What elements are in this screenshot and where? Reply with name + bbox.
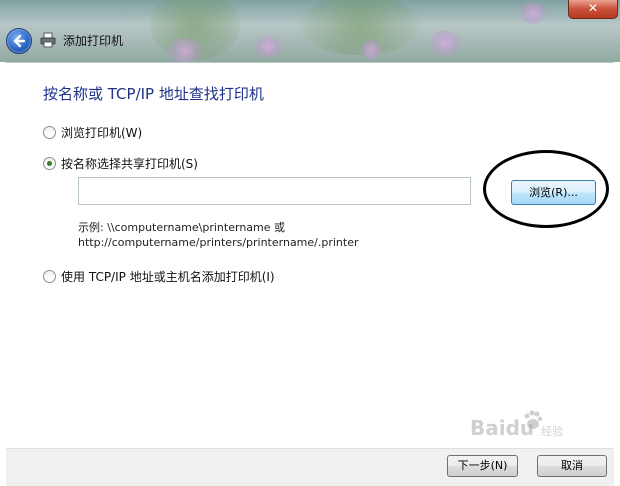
glass-background-flower: [430, 30, 460, 56]
close-icon: ✕: [587, 1, 599, 15]
back-button[interactable]: [6, 28, 32, 54]
glass-background-flower: [168, 38, 202, 62]
option-select-shared-printer[interactable]: 按名称选择共享打印机(S): [43, 155, 198, 172]
printer-icon: [40, 32, 56, 48]
radio-select-shared-printer[interactable]: [43, 157, 56, 170]
option-label: 按名称选择共享打印机(S): [61, 157, 198, 171]
radio-browse-printer[interactable]: [43, 126, 56, 139]
cancel-button[interactable]: 取消: [537, 455, 607, 477]
glass-background-flower: [255, 36, 281, 58]
option-label: 浏览打印机(W): [61, 126, 143, 140]
wizard-content: 按名称或 TCP/IP 地址查找打印机 浏览打印机(W) 按名称选择共享打印机(…: [6, 62, 614, 449]
example-line-1: 示例: \\computername\printername 或: [78, 221, 286, 234]
glass-background-flower: [360, 40, 382, 60]
button-bar: 下一步(N) 取消: [6, 448, 614, 486]
next-button[interactable]: 下一步(N): [447, 455, 518, 477]
printer-path-input[interactable]: [78, 177, 471, 205]
radio-tcpip-hostname[interactable]: [43, 270, 56, 283]
page-heading: 按名称或 TCP/IP 地址查找打印机: [43, 85, 264, 103]
browse-button[interactable]: 浏览(R)...: [511, 180, 596, 205]
example-line-2: http://computername/printers/printername…: [78, 236, 359, 249]
baidu-paw-logo: [524, 410, 543, 429]
title-bar: ✕ 添加打印机: [0, 0, 620, 62]
window-title: 添加打印机: [63, 34, 124, 48]
option-tcpip-hostname[interactable]: 使用 TCP/IP 地址或主机名添加打印机(I): [43, 268, 275, 285]
option-browse-printer[interactable]: 浏览打印机(W): [43, 124, 142, 141]
close-button[interactable]: ✕: [568, 0, 618, 19]
back-arrow-icon: [13, 34, 26, 48]
glass-background-flower: [520, 2, 546, 24]
option-label: 使用 TCP/IP 地址或主机名添加打印机(I): [61, 270, 275, 284]
